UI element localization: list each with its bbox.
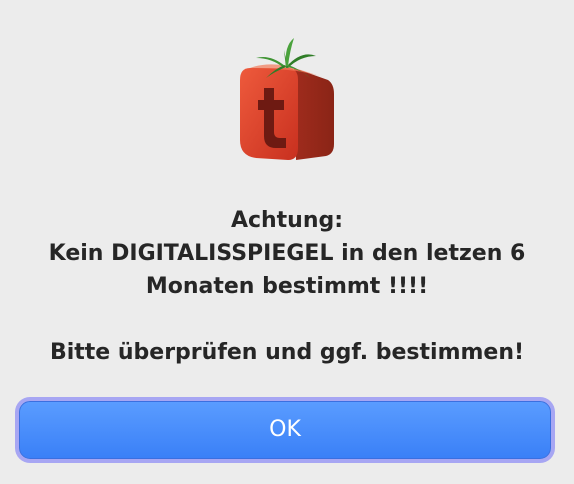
message-spacer xyxy=(16,303,558,336)
alert-message-line-2: Monaten bestimmt !!!! xyxy=(145,274,429,299)
tomato-t-logo-icon xyxy=(240,38,334,160)
alert-message-line-1: Kein DIGITALISSPIEGEL in den letzen 6 xyxy=(48,241,526,266)
app-logo xyxy=(230,28,342,168)
alert-message: Achtung: Kein DIGITALISSPIEGEL in den le… xyxy=(16,204,558,369)
alert-instruction: Bitte überprüfen und ggf. bestimmen! xyxy=(49,340,525,365)
alert-title: Achtung: xyxy=(230,208,344,233)
ok-button[interactable]: OK xyxy=(19,401,551,459)
alert-dialog: Achtung: Kein DIGITALISSPIEGEL in den le… xyxy=(0,0,574,484)
